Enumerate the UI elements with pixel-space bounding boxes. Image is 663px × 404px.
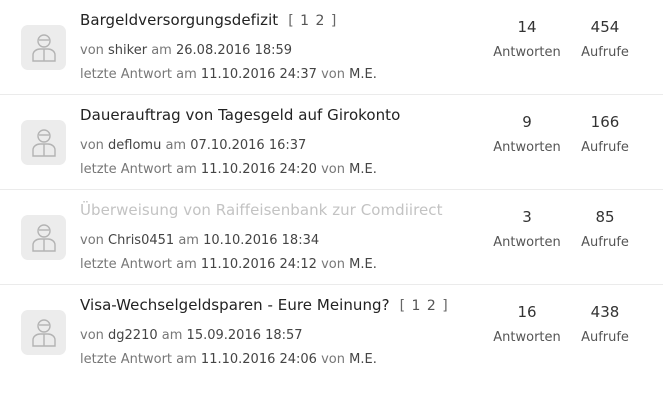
views-stat: 438 Aufrufe <box>560 302 650 345</box>
thread-list: Bargeldversorgungsdefizit [ 1 2 ] von shik… <box>0 0 663 380</box>
at-prefix: am <box>165 138 187 153</box>
last-reply-date[interactable]: 11.10.2016 24:06 <box>201 352 317 367</box>
page-bracket-open: [ <box>399 298 407 314</box>
answers-count: 3 <box>522 208 532 226</box>
views-stat: 85 Aufrufe <box>560 207 650 250</box>
user-placeholder-icon[interactable] <box>21 310 66 355</box>
last-reply-date[interactable]: 11.10.2016 24:20 <box>201 162 317 177</box>
user-placeholder-icon[interactable] <box>21 120 66 165</box>
views-label: Aufrufe <box>581 45 629 60</box>
thread-created-info: von Chris0451 am 10.10.2016 18:34 <box>80 233 319 248</box>
last-reply-prefix: letzte Antwort am <box>80 352 197 367</box>
thread-title-line: Dauerauftrag von Tagesgeld auf Girokonto <box>80 105 400 124</box>
thread-title-line: Bargeldversorgungsdefizit [ 1 2 ] <box>80 10 337 29</box>
last-reply-by-prefix: von <box>321 352 345 367</box>
thread-created-date: 07.10.2016 16:37 <box>190 138 307 153</box>
thread-last-reply-info: letzte Antwort am 11.10.2016 24:20 von M… <box>80 162 377 177</box>
thread-author[interactable]: shiker <box>108 43 147 58</box>
views-stat: 166 Aufrufe <box>560 112 650 155</box>
thread-created-info: von dg2210 am 15.09.2016 18:57 <box>80 328 303 343</box>
thread-created-date: 26.08.2016 18:59 <box>176 43 293 58</box>
answers-label: Antworten <box>493 330 561 345</box>
views-count: 454 <box>590 18 620 36</box>
last-reply-prefix: letzte Antwort am <box>80 67 197 82</box>
thread-last-reply-info: letzte Antwort am 11.10.2016 24:06 von M… <box>80 352 377 367</box>
thread-row: Dauerauftrag von Tagesgeld auf Girokonto… <box>0 95 663 190</box>
thread-author[interactable]: deflomu <box>108 138 161 153</box>
page-link-2[interactable]: 2 <box>427 298 437 314</box>
answers-label: Antworten <box>493 45 561 60</box>
thread-title-line: Visa-Wechselgeldsparen - Eure Meinung? [ … <box>80 295 449 314</box>
thread-last-reply-info: letzte Antwort am 11.10.2016 24:37 von M… <box>80 67 377 82</box>
at-prefix: am <box>151 43 172 58</box>
last-reply-by-prefix: von <box>321 257 345 272</box>
last-reply-user[interactable]: M.E. <box>349 67 377 82</box>
views-label: Aufrufe <box>581 140 629 155</box>
answers-count: 9 <box>522 113 532 131</box>
thread-title-link[interactable]: Bargeldversorgungsdefizit <box>80 11 278 29</box>
thread-created-date: 15.09.2016 18:57 <box>186 328 303 343</box>
by-prefix: von <box>80 233 104 248</box>
last-reply-user[interactable]: M.E. <box>349 257 377 272</box>
user-placeholder-icon[interactable] <box>21 25 66 70</box>
last-reply-user[interactable]: M.E. <box>349 162 377 177</box>
last-reply-by-prefix: von <box>321 67 345 82</box>
page-bracket-close: ] <box>330 13 338 29</box>
thread-last-reply-info: letzte Antwort am 11.10.2016 24:12 von M… <box>80 257 377 272</box>
page-link-2[interactable]: 2 <box>316 13 326 29</box>
last-reply-prefix: letzte Antwort am <box>80 257 197 272</box>
answers-label: Antworten <box>493 235 561 250</box>
views-count: 85 <box>595 208 615 226</box>
answers-count: 16 <box>517 303 537 321</box>
by-prefix: von <box>80 138 104 153</box>
thread-created-date: 10.10.2016 18:34 <box>203 233 320 248</box>
views-count: 166 <box>590 113 620 131</box>
thread-title-link[interactable]: Visa-Wechselgeldsparen - Eure Meinung? <box>80 296 390 314</box>
thread-pages: [ 1 2 ] <box>400 298 449 314</box>
thread-created-info: von deflomu am 07.10.2016 16:37 <box>80 138 306 153</box>
views-count: 438 <box>590 303 620 321</box>
thread-title-link[interactable]: Überweisung von Raiffeisenbank zur Comdi… <box>80 201 443 219</box>
at-prefix: am <box>161 328 183 343</box>
thread-created-info: von shiker am 26.08.2016 18:59 <box>80 43 292 58</box>
thread-row: Visa-Wechselgeldsparen - Eure Meinung? [ … <box>0 285 663 380</box>
page-link-1[interactable]: 1 <box>412 298 422 314</box>
thread-title-line: Überweisung von Raiffeisenbank zur Comdi… <box>80 200 443 219</box>
thread-row: Bargeldversorgungsdefizit [ 1 2 ] von shik… <box>0 0 663 95</box>
at-prefix: am <box>178 233 199 248</box>
last-reply-prefix: letzte Antwort am <box>80 162 197 177</box>
views-stat: 454 Aufrufe <box>560 17 650 60</box>
page-link-1[interactable]: 1 <box>300 13 310 29</box>
last-reply-date[interactable]: 11.10.2016 24:12 <box>201 257 317 272</box>
thread-title-link[interactable]: Dauerauftrag von Tagesgeld auf Girokonto <box>80 106 400 124</box>
thread-author[interactable]: dg2210 <box>108 328 158 343</box>
thread-pages: [ 1 2 ] <box>288 13 337 29</box>
answers-stat: 14 Antworten <box>482 17 572 60</box>
user-placeholder-icon[interactable] <box>21 215 66 260</box>
last-reply-date[interactable]: 11.10.2016 24:37 <box>201 67 317 82</box>
views-label: Aufrufe <box>581 235 629 250</box>
answers-label: Antworten <box>493 140 561 155</box>
answers-count: 14 <box>517 18 537 36</box>
last-reply-by-prefix: von <box>321 162 345 177</box>
views-label: Aufrufe <box>581 330 629 345</box>
by-prefix: von <box>80 328 104 343</box>
thread-author[interactable]: Chris0451 <box>108 233 174 248</box>
answers-stat: 9 Antworten <box>482 112 572 155</box>
page-bracket-open: [ <box>288 13 295 29</box>
answers-stat: 16 Antworten <box>482 302 572 345</box>
answers-stat: 3 Antworten <box>482 207 572 250</box>
thread-row: Überweisung von Raiffeisenbank zur Comdi… <box>0 190 663 285</box>
page-bracket-close: ] <box>442 298 449 314</box>
by-prefix: von <box>80 43 104 58</box>
last-reply-user[interactable]: M.E. <box>349 352 377 367</box>
